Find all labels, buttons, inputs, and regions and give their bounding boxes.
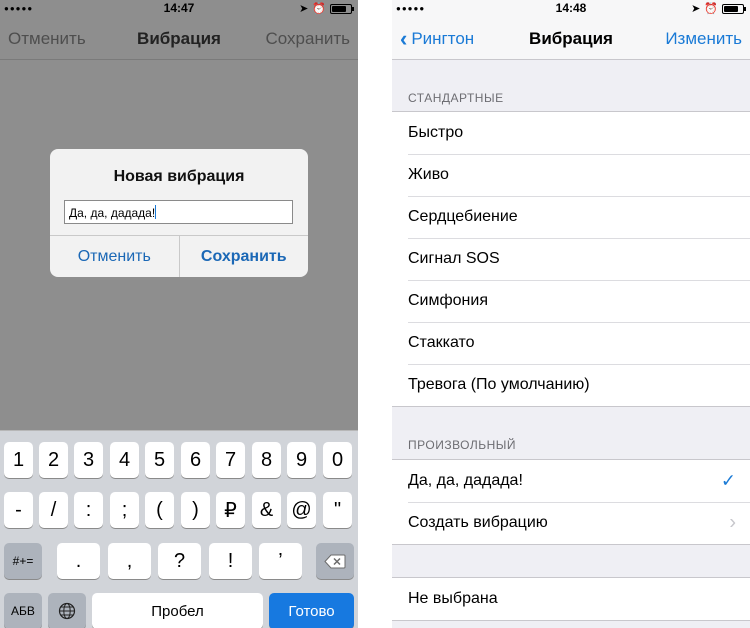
key-question[interactable]: ? (158, 543, 201, 579)
key-minus[interactable]: - (4, 492, 33, 528)
new-vibration-alert: Новая вибрация Да, да, дадада! Отменить … (50, 149, 308, 277)
key-exclamation[interactable]: ! (209, 543, 252, 579)
list-item[interactable]: Тревога (По умолчанию) (392, 364, 750, 406)
key-8[interactable]: 8 (252, 442, 281, 478)
key-comma[interactable]: , (108, 543, 151, 579)
alert-save-button[interactable]: Сохранить (178, 236, 309, 277)
key-abc-toggle[interactable]: АБВ (4, 593, 42, 628)
key-ampersand[interactable]: & (252, 492, 281, 528)
alert-title: Новая вибрация (113, 168, 245, 185)
backspace-icon (324, 554, 346, 568)
checkmark-icon: ✓ (720, 470, 736, 491)
key-9[interactable]: 9 (287, 442, 316, 478)
key-4[interactable]: 4 (110, 442, 139, 478)
vibration-name-input[interactable]: Да, да, дадада! (64, 200, 293, 224)
alert-cancel-button[interactable]: Отменить (50, 236, 179, 277)
key-slash[interactable]: / (39, 492, 68, 528)
key-5[interactable]: 5 (145, 442, 174, 478)
key-quote[interactable]: " (323, 492, 352, 528)
standard-vibrations-list: Быстро Живо Сердцебиение Сигнал SOS Симф… (392, 111, 750, 407)
none-option-item[interactable]: Не выбрана (392, 578, 750, 620)
location-arrow-icon: ➤ (299, 3, 309, 15)
key-space[interactable]: Пробел (92, 593, 263, 628)
key-3[interactable]: 3 (74, 442, 103, 478)
list-item[interactable]: Быстро (392, 112, 750, 154)
alert-button-row: Отменить Сохранить (50, 235, 308, 277)
standard-section-header: СТАНДАРТНЫЕ (408, 91, 504, 105)
list-item[interactable]: Живо (392, 154, 750, 196)
status-bar: ●●●●● 14:47 ➤ ⏰ (0, 0, 358, 18)
alarm-clock-icon: ⏰ (312, 3, 326, 15)
battery-icon (722, 3, 746, 14)
input-value: Да, да, дадада! (69, 206, 156, 220)
key-0[interactable]: 0 (323, 442, 352, 478)
left-phone-screen: ●●●●● 14:47 ➤ ⏰ Отменить Вибрация Сохран… (0, 0, 358, 628)
key-7[interactable]: 7 (216, 442, 245, 478)
key-apostrophe[interactable]: ’ (259, 543, 302, 579)
key-colon[interactable]: : (74, 492, 103, 528)
custom-section-header: ПРОИЗВОЛЬНЫЙ (408, 438, 517, 452)
status-bar: ●●●●● 14:48 ➤ ⏰ (392, 0, 750, 18)
key-globe[interactable] (48, 593, 86, 628)
edit-button[interactable]: Изменить (665, 29, 742, 49)
key-close-paren[interactable]: ) (181, 492, 210, 528)
key-2[interactable]: 2 (39, 442, 68, 478)
key-semicolon[interactable]: ; (110, 492, 139, 528)
save-nav-button[interactable]: Сохранить (266, 29, 350, 49)
alarm-clock-icon: ⏰ (704, 3, 718, 15)
key-backspace[interactable] (316, 543, 354, 579)
custom-vibration-item[interactable]: Да, да, дадада! ✓ (392, 460, 750, 502)
key-6[interactable]: 6 (181, 442, 210, 478)
right-phone-screen: ●●●●● 14:48 ➤ ⏰ ‹ Рингтон Вибрация Измени… (392, 0, 750, 628)
location-arrow-icon: ➤ (691, 3, 701, 15)
keyboard: 1 2 3 4 5 6 7 8 9 0 - / : ; ( ) ₽ & @ " … (0, 430, 358, 628)
navigation-bar: Отменить Вибрация Сохранить (0, 18, 358, 60)
list-item-label: Создать вибрацию (408, 514, 548, 531)
key-ruble[interactable]: ₽ (216, 492, 245, 528)
list-item[interactable]: Симфония (392, 280, 750, 322)
list-item-label: Да, да, дадада! (408, 472, 523, 489)
list-item[interactable]: Стаккато (392, 322, 750, 364)
key-1[interactable]: 1 (4, 442, 33, 478)
key-period[interactable]: . (57, 543, 100, 579)
chevron-right-icon: › (729, 511, 736, 534)
list-item[interactable]: Сигнал SOS (392, 238, 750, 280)
key-open-paren[interactable]: ( (145, 492, 174, 528)
key-at[interactable]: @ (287, 492, 316, 528)
custom-vibrations-list: Да, да, дадада! ✓ Создать вибрацию › (392, 459, 750, 545)
key-symbols-toggle[interactable]: #+= (4, 543, 42, 579)
create-vibration-item[interactable]: Создать вибрацию › (392, 502, 750, 544)
globe-icon (58, 602, 76, 620)
none-option-list: Не выбрана (392, 577, 750, 621)
key-done[interactable]: Готово (269, 593, 354, 628)
battery-icon (330, 3, 354, 14)
navigation-bar: ‹ Рингтон Вибрация Изменить (392, 18, 750, 60)
list-item[interactable]: Сердцебиение (392, 196, 750, 238)
text-cursor (155, 205, 157, 219)
